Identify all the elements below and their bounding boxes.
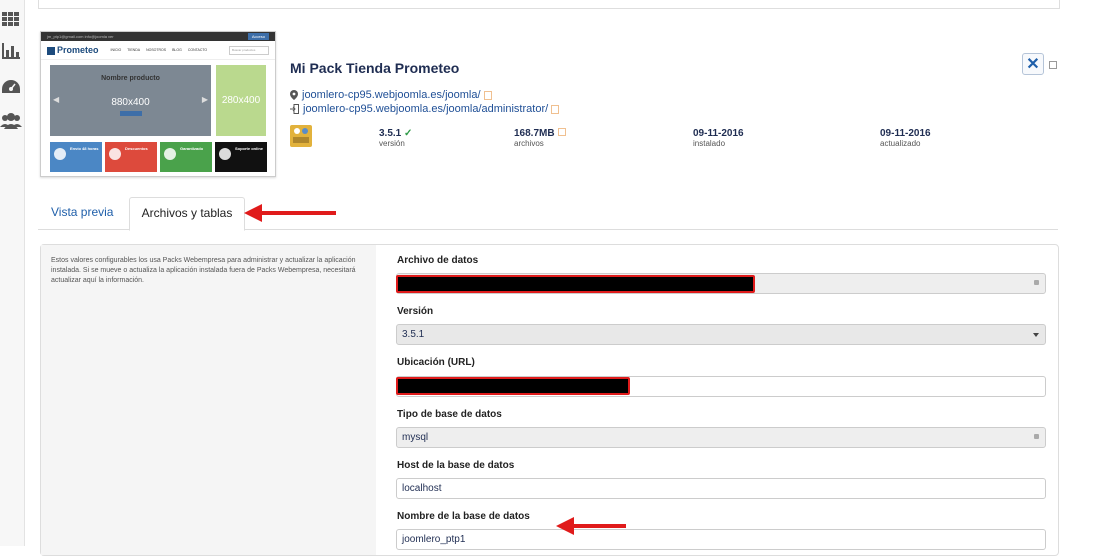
- joomla-badge-icon: [290, 125, 312, 147]
- version-select[interactable]: 3.5.1: [396, 324, 1046, 345]
- sidebar: [0, 0, 25, 546]
- thumb-hero-title: Nombre producto: [101, 75, 160, 82]
- meta-installed: 09-11-2016 instalado: [693, 128, 744, 148]
- admin-url-row: joomlero-cp95.webjoomla.es/joomla/admini…: [290, 103, 560, 115]
- site-url-row: joomlero-cp95.webjoomla.es/joomla/: [290, 89, 492, 101]
- dollar-icon: [164, 148, 176, 160]
- db-type-field: mysql: [396, 427, 1046, 448]
- lock-icon: [1034, 280, 1039, 285]
- redaction-mark: [396, 275, 755, 293]
- annotation-arrow: [556, 517, 626, 535]
- field-label: Tipo de base de datos: [397, 409, 502, 420]
- login-icon: [290, 104, 299, 114]
- truck-icon: [54, 148, 66, 160]
- field-label: Host de la base de datos: [397, 460, 515, 471]
- thumb-nav-item: INICIO: [110, 48, 122, 52]
- check-icon: ✓: [404, 128, 413, 139]
- external-link-icon[interactable]: [483, 90, 492, 100]
- help-column: Estos valores configurables los usa Pack…: [41, 245, 376, 555]
- chevron-down-icon: [1033, 333, 1039, 337]
- close-button[interactable]: ✕: [1022, 53, 1044, 75]
- annotation-arrow: [244, 204, 336, 222]
- top-container-edge: [38, 0, 1060, 9]
- thumb-hero-dims: 880x400: [111, 97, 150, 108]
- thumb-tile: Descuentos: [105, 142, 157, 172]
- bar-chart-icon[interactable]: [0, 40, 22, 62]
- thumb-nav: Prometeo INICIO TIENDA NOSOTROS BLOG CON…: [41, 41, 275, 60]
- field-label: Ubicación (URL): [397, 357, 475, 368]
- tab-bar: Vista previa Archivos y tablas: [38, 197, 1058, 231]
- field-label: Nombre de la base de datos: [397, 511, 530, 522]
- thumb-logo: Prometeo: [47, 45, 99, 55]
- thumb-tile: Garantizado: [160, 142, 212, 172]
- redaction-mark: [396, 377, 630, 395]
- db-host-field[interactable]: localhost: [396, 478, 1046, 499]
- site-url-link[interactable]: joomlero-cp95.webjoomla.es/joomla/: [302, 89, 481, 101]
- thumb-topbar: jm_ptp1@gmail.com info@joomla ver Acceso: [41, 32, 275, 41]
- app-preview-thumbnail: jm_ptp1@gmail.com info@joomla ver Acceso…: [40, 31, 276, 177]
- chat-icon: [219, 148, 231, 160]
- chevron-left-icon: ◀: [53, 95, 60, 104]
- thumb-nav-item: TIENDA: [127, 48, 141, 52]
- app-title: Mi Pack Tienda Prometeo: [290, 60, 460, 76]
- thumb-tile: Soporte online: [215, 142, 267, 172]
- field-label: Versión: [397, 306, 434, 317]
- thumb-side-banner: 280x400: [216, 65, 266, 136]
- select-checkbox[interactable]: [1049, 61, 1057, 69]
- thumb-tile: Envío 48 horas: [50, 142, 102, 172]
- meta-updated: 09-11-2016 actualizado: [880, 128, 931, 148]
- thumb-nav-item: CONTACTO: [187, 48, 208, 52]
- dashboard-icon[interactable]: [0, 76, 22, 98]
- grid-icon[interactable]: [0, 8, 22, 30]
- external-link-icon[interactable]: [551, 104, 560, 114]
- external-link-icon: [557, 128, 566, 136]
- lock-icon: [1034, 434, 1039, 439]
- tag-icon: [109, 148, 121, 160]
- chevron-right-icon: ▶: [201, 95, 208, 104]
- thumb-search: Buscar productos: [229, 45, 269, 55]
- thumb-login-button: Acceso: [247, 33, 269, 40]
- thumb-hero-button: [120, 111, 142, 116]
- thumb-nav-item: BLOG: [172, 48, 182, 52]
- meta-size: 168.7MB archivos: [514, 128, 566, 148]
- tab-files-tables[interactable]: Archivos y tablas: [129, 197, 245, 231]
- thumb-nav-item: NOSOTROS: [146, 48, 167, 52]
- map-marker-icon: [290, 90, 298, 100]
- thumb-hero: Nombre producto 880x400 ◀ ▶: [50, 65, 211, 136]
- tab-preview[interactable]: Vista previa: [38, 197, 128, 228]
- db-name-field[interactable]: joomlero_ptp1: [396, 529, 1046, 550]
- users-icon[interactable]: [0, 110, 22, 132]
- help-text: Estos valores configurables los usa Pack…: [51, 257, 356, 284]
- admin-url-link[interactable]: joomlero-cp95.webjoomla.es/joomla/admini…: [303, 103, 548, 115]
- field-label: Archivo de datos: [397, 255, 479, 266]
- meta-version: 3.5.1 ✓ versión: [379, 128, 413, 148]
